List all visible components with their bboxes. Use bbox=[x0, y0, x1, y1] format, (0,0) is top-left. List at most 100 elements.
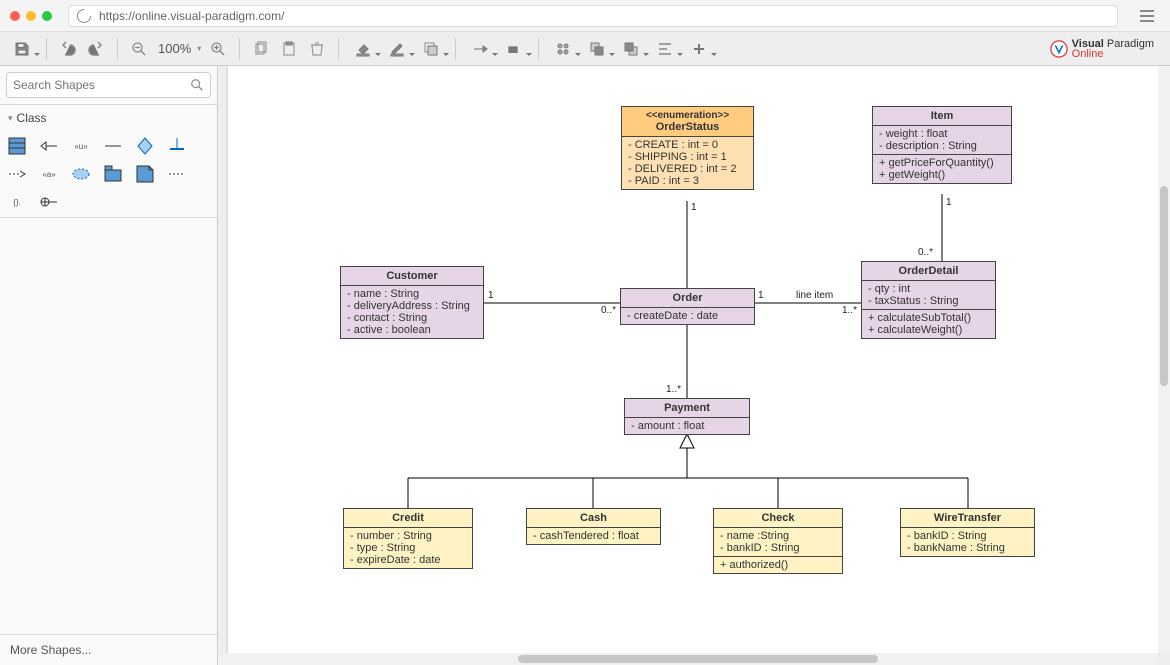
attr: - contact : String bbox=[347, 312, 477, 324]
minimize-window-button[interactable] bbox=[26, 11, 36, 21]
enum-orderstatus[interactable]: <<enumeration>> OrderStatus - CREATE : i… bbox=[621, 106, 754, 190]
reload-icon bbox=[74, 6, 94, 26]
class-orderdetail[interactable]: OrderDetail - qty : int - taxStatus : St… bbox=[861, 261, 996, 339]
category-label: Class bbox=[0, 105, 217, 131]
fill-color-button[interactable] bbox=[347, 36, 379, 62]
class-name: Item bbox=[873, 107, 1011, 126]
vertical-scrollbar[interactable] bbox=[1158, 66, 1170, 653]
browser-menu-button[interactable] bbox=[1134, 5, 1160, 27]
align-button[interactable] bbox=[649, 36, 681, 62]
maximize-window-button[interactable] bbox=[42, 11, 52, 21]
redo-button[interactable] bbox=[83, 36, 109, 62]
class-name: WireTransfer bbox=[901, 509, 1034, 528]
zoom-out-button[interactable] bbox=[126, 36, 152, 62]
scrollbar-thumb[interactable] bbox=[1160, 186, 1168, 386]
undo-button[interactable] bbox=[55, 36, 81, 62]
shape-generalization-icon[interactable] bbox=[40, 137, 58, 155]
class-cash[interactable]: Cash - cashTendered : float bbox=[526, 508, 661, 545]
attr: - amount : float bbox=[631, 420, 743, 432]
shape-usage-icon[interactable]: «u» bbox=[72, 137, 90, 155]
zoom-dropdown-icon[interactable]: ▾ bbox=[197, 44, 201, 53]
class-name: Payment bbox=[625, 399, 749, 418]
waypoint-button[interactable] bbox=[498, 36, 530, 62]
paste-button[interactable] bbox=[276, 36, 302, 62]
shadow-button[interactable] bbox=[415, 36, 447, 62]
search-icon bbox=[190, 78, 204, 92]
attr: - qty : int bbox=[868, 283, 989, 295]
attr: - taxStatus : String bbox=[868, 295, 989, 307]
attr: - expireDate : date bbox=[350, 554, 466, 566]
class-customer[interactable]: Customer - name : String - deliveryAddre… bbox=[340, 266, 484, 339]
to-back-button[interactable] bbox=[615, 36, 647, 62]
mult-label: 0..* bbox=[601, 305, 616, 316]
shape-interface-icon[interactable] bbox=[168, 137, 186, 155]
attr: - name :String bbox=[720, 530, 836, 542]
attr: - deliveryAddress : String bbox=[347, 300, 477, 312]
search-shapes-container bbox=[0, 66, 217, 105]
zoom-value[interactable]: 100% bbox=[156, 41, 193, 56]
class-name: Credit bbox=[344, 509, 472, 528]
op: + calculateWeight() bbox=[868, 324, 989, 336]
attr: - cashTendered : float bbox=[533, 530, 654, 542]
shape-note-icon[interactable] bbox=[136, 165, 154, 183]
class-wiretransfer[interactable]: WireTransfer - bankID : String - bankNam… bbox=[900, 508, 1035, 557]
close-window-button[interactable] bbox=[10, 11, 20, 21]
mult-label: 1 bbox=[758, 290, 764, 301]
line-color-button[interactable] bbox=[381, 36, 413, 62]
shape-abstraction-icon[interactable]: «a» bbox=[40, 165, 58, 183]
to-front-button[interactable] bbox=[581, 36, 613, 62]
zoom-in-button[interactable] bbox=[205, 36, 231, 62]
window-controls bbox=[10, 11, 52, 21]
category-class[interactable]: Class «u» «a» {}. bbox=[0, 105, 217, 218]
attr: - number : String bbox=[350, 530, 466, 542]
toolbar: 100% ▾ bbox=[0, 32, 1170, 66]
connector-style-button[interactable] bbox=[464, 36, 496, 62]
attr: - SHIPPING : int = 1 bbox=[628, 151, 747, 163]
class-item[interactable]: Item - weight : float - description : St… bbox=[872, 106, 1012, 184]
vp-logo-icon bbox=[1050, 40, 1068, 58]
mult-label: 1..* bbox=[842, 305, 857, 316]
attr: - PAID : int = 3 bbox=[628, 175, 747, 187]
save-button[interactable] bbox=[6, 36, 38, 62]
shape-dependency-icon[interactable] bbox=[8, 165, 26, 183]
attr: - bankID : String bbox=[720, 542, 836, 554]
attr: - description : String bbox=[879, 140, 1005, 152]
shape-aggregation-icon[interactable] bbox=[136, 137, 154, 155]
horizontal-scrollbar[interactable] bbox=[218, 653, 1158, 665]
canvas-area: <<enumeration>> OrderStatus - CREATE : i… bbox=[218, 66, 1170, 665]
shape-class-icon[interactable] bbox=[8, 137, 26, 155]
scrollbar-thumb[interactable] bbox=[518, 655, 878, 663]
brand-logo: Visual Paradigm Online bbox=[1050, 39, 1164, 59]
format-button[interactable] bbox=[547, 36, 579, 62]
delete-button[interactable] bbox=[304, 36, 330, 62]
browser-chrome: https://online.visual-paradigm.com/ bbox=[0, 0, 1170, 32]
attr: - bankName : String bbox=[907, 542, 1028, 554]
brand-text: Visual Paradigm Online bbox=[1072, 39, 1154, 59]
canvas-viewport[interactable]: <<enumeration>> OrderStatus - CREATE : i… bbox=[228, 66, 1158, 653]
shape-constraint-icon[interactable]: {}. bbox=[8, 193, 26, 211]
add-button[interactable] bbox=[683, 36, 715, 62]
shape-association-icon[interactable] bbox=[104, 137, 122, 155]
shape-anchor-icon[interactable] bbox=[168, 165, 186, 183]
attr: - type : String bbox=[350, 542, 466, 554]
attr: - CREATE : int = 0 bbox=[628, 139, 747, 151]
app-frame: 100% ▾ bbox=[0, 32, 1170, 665]
mult-label: 1 bbox=[691, 202, 697, 213]
class-order[interactable]: Order - createDate : date bbox=[620, 288, 755, 325]
class-name: Check bbox=[714, 509, 842, 528]
class-check[interactable]: Check - name :String - bankID : String +… bbox=[713, 508, 843, 574]
shape-collaboration-icon[interactable] bbox=[72, 165, 90, 183]
class-credit[interactable]: Credit - number : String - type : String… bbox=[343, 508, 473, 569]
copy-button[interactable] bbox=[248, 36, 274, 62]
attr: - name : String bbox=[347, 288, 477, 300]
shape-containment-icon[interactable] bbox=[40, 193, 58, 211]
diagram-canvas[interactable]: <<enumeration>> OrderStatus - CREATE : i… bbox=[228, 66, 1158, 653]
search-shapes-input[interactable] bbox=[13, 78, 184, 92]
shape-package-icon[interactable] bbox=[104, 165, 122, 183]
attr: - DELIVERED : int = 2 bbox=[628, 163, 747, 175]
more-shapes-link[interactable]: More Shapes... bbox=[0, 634, 217, 665]
class-payment[interactable]: Payment - amount : float bbox=[624, 398, 750, 435]
class-name: OrderDetail bbox=[862, 262, 995, 281]
zoom-controls: 100% ▾ bbox=[126, 36, 231, 62]
url-bar[interactable]: https://online.visual-paradigm.com/ bbox=[68, 5, 1118, 27]
